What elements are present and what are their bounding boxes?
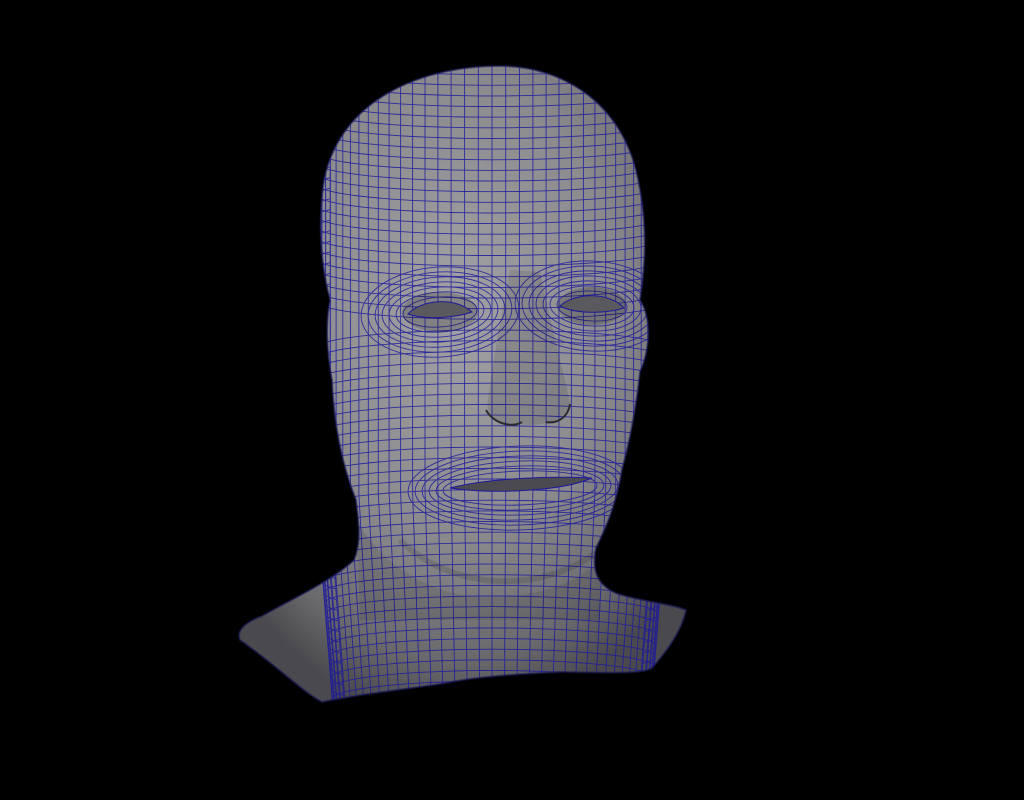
wire-loop: [317, 39, 667, 64]
wire-loop: [333, 701, 651, 702]
wire-loop: [332, 691, 652, 702]
head-mesh-render: [238, 39, 687, 703]
3d-viewport[interactable]: [0, 0, 1024, 800]
